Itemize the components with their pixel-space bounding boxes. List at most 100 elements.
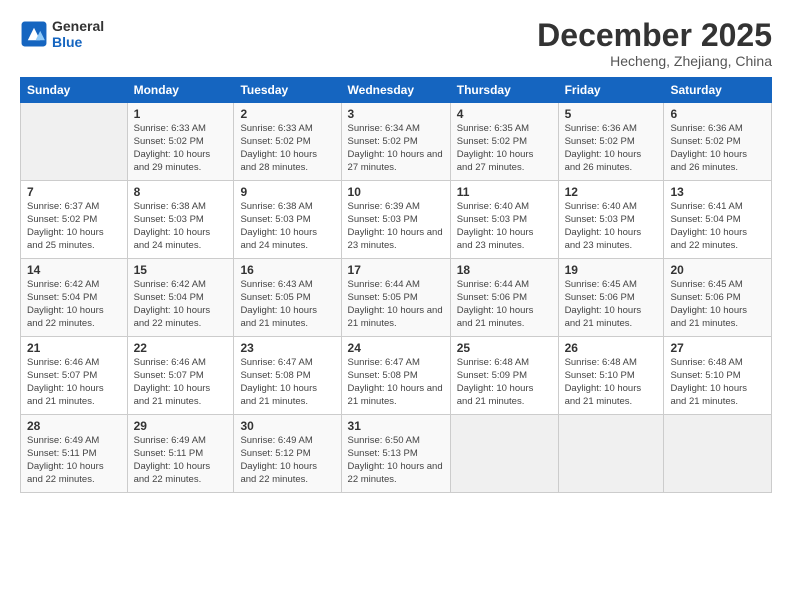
day-number: 10	[348, 185, 444, 199]
calendar-cell: 29 Sunrise: 6:49 AMSunset: 5:11 PMDayligh…	[127, 415, 234, 493]
day-info: Sunrise: 6:45 AMSunset: 5:06 PMDaylight:…	[565, 279, 658, 330]
calendar-cell: 20 Sunrise: 6:45 AMSunset: 5:06 PMDayligh…	[664, 259, 772, 337]
day-info: Sunrise: 6:48 AMSunset: 5:09 PMDaylight:…	[457, 357, 552, 408]
page-container: General Blue December 2025 Hecheng, Zhej…	[0, 0, 792, 503]
day-number: 25	[457, 341, 552, 355]
day-number: 3	[348, 107, 444, 121]
day-info: Sunrise: 6:42 AMSunset: 5:04 PMDaylight:…	[134, 279, 228, 330]
header-cell-friday: Friday	[558, 78, 664, 103]
calendar-cell: 12Sunrise: 6:40 AMSunset: 5:03 PMDayligh…	[558, 181, 664, 259]
header-cell-wednesday: Wednesday	[341, 78, 450, 103]
day-number: 22	[134, 341, 228, 355]
day-number: 16	[240, 263, 334, 277]
calendar-cell: 15Sunrise: 6:42 AMSunset: 5:04 PMDayligh…	[127, 259, 234, 337]
location-subtitle: Hecheng, Zhejiang, China	[537, 53, 772, 69]
calendar-cell: 11 Sunrise: 6:40 AMSunset: 5:03 PMDayligh…	[450, 181, 558, 259]
calendar-cell: 5 Sunrise: 6:36 AMSunset: 5:02 PMDaylight…	[558, 103, 664, 181]
day-info: Sunrise: 6:40 AMSunset: 5:03 PMDaylight:…	[457, 201, 552, 252]
calendar-cell: 30 Sunrise: 6:49 AMSunset: 5:12 PMDayligh…	[234, 415, 341, 493]
day-info: Sunrise: 6:45 AMSunset: 5:06 PMDaylight:…	[670, 279, 765, 330]
day-number: 9	[240, 185, 334, 199]
day-number: 17	[348, 263, 444, 277]
calendar-cell: 19 Sunrise: 6:45 AMSunset: 5:06 PMDayligh…	[558, 259, 664, 337]
header-cell-tuesday: Tuesday	[234, 78, 341, 103]
day-info: Sunrise: 6:37 AMSunset: 5:02 PMDaylight:…	[27, 201, 121, 252]
calendar-cell	[558, 415, 664, 493]
calendar-cell: 24 Sunrise: 6:47 AMSunset: 5:08 PMDayligh…	[341, 337, 450, 415]
calendar-cell: 27 Sunrise: 6:48 AMSunset: 5:10 PMDayligh…	[664, 337, 772, 415]
day-info: Sunrise: 6:36 AMSunset: 5:02 PMDaylight:…	[670, 123, 765, 174]
day-number: 7	[27, 185, 121, 199]
calendar-cell: 8Sunrise: 6:38 AMSunset: 5:03 PMDaylight…	[127, 181, 234, 259]
day-number: 27	[670, 341, 765, 355]
logo-text: General Blue	[52, 18, 104, 50]
day-info: Sunrise: 6:49 AMSunset: 5:12 PMDaylight:…	[240, 435, 334, 486]
day-info: Sunrise: 6:49 AMSunset: 5:11 PMDaylight:…	[134, 435, 228, 486]
calendar-cell: 9 Sunrise: 6:38 AMSunset: 5:03 PMDaylight…	[234, 181, 341, 259]
logo: General Blue	[20, 18, 104, 50]
calendar-cell: 14 Sunrise: 6:42 AMSunset: 5:04 PMDayligh…	[21, 259, 128, 337]
day-info: Sunrise: 6:49 AMSunset: 5:11 PMDaylight:…	[27, 435, 121, 486]
day-info: Sunrise: 6:42 AMSunset: 5:04 PMDaylight:…	[27, 279, 121, 330]
calendar-cell: 21 Sunrise: 6:46 AMSunset: 5:07 PMDayligh…	[21, 337, 128, 415]
day-number: 31	[348, 419, 444, 433]
day-number: 11	[457, 185, 552, 199]
day-info: Sunrise: 6:48 AMSunset: 5:10 PMDaylight:…	[670, 357, 765, 408]
day-info: Sunrise: 6:34 AMSunset: 5:02 PMDaylight:…	[348, 123, 444, 174]
title-block: December 2025 Hecheng, Zhejiang, China	[537, 18, 772, 69]
calendar-cell: 6Sunrise: 6:36 AMSunset: 5:02 PMDaylight…	[664, 103, 772, 181]
day-number: 30	[240, 419, 334, 433]
day-info: Sunrise: 6:36 AMSunset: 5:02 PMDaylight:…	[565, 123, 658, 174]
calendar-week-2: 7 Sunrise: 6:37 AMSunset: 5:02 PMDaylight…	[21, 181, 772, 259]
day-number: 28	[27, 419, 121, 433]
header-cell-sunday: Sunday	[21, 78, 128, 103]
calendar-cell: 18 Sunrise: 6:44 AMSunset: 5:06 PMDayligh…	[450, 259, 558, 337]
day-info: Sunrise: 6:46 AMSunset: 5:07 PMDaylight:…	[134, 357, 228, 408]
day-info: Sunrise: 6:40 AMSunset: 5:03 PMDaylight:…	[565, 201, 658, 252]
day-number: 18	[457, 263, 552, 277]
calendar-table: SundayMondayTuesdayWednesdayThursdayFrid…	[20, 77, 772, 493]
header-cell-saturday: Saturday	[664, 78, 772, 103]
calendar-cell: 23 Sunrise: 6:47 AMSunset: 5:08 PMDayligh…	[234, 337, 341, 415]
day-info: Sunrise: 6:38 AMSunset: 5:03 PMDaylight:…	[240, 201, 334, 252]
day-info: Sunrise: 6:44 AMSunset: 5:06 PMDaylight:…	[457, 279, 552, 330]
calendar-cell: 16Sunrise: 6:43 AMSunset: 5:05 PMDayligh…	[234, 259, 341, 337]
day-info: Sunrise: 6:39 AMSunset: 5:03 PMDaylight:…	[348, 201, 444, 252]
day-number: 8	[134, 185, 228, 199]
calendar-header-row: SundayMondayTuesdayWednesdayThursdayFrid…	[21, 78, 772, 103]
day-number: 14	[27, 263, 121, 277]
day-number: 29	[134, 419, 228, 433]
day-info: Sunrise: 6:46 AMSunset: 5:07 PMDaylight:…	[27, 357, 121, 408]
calendar-cell: 31 Sunrise: 6:50 AMSunset: 5:13 PMDayligh…	[341, 415, 450, 493]
calendar-cell: 3 Sunrise: 6:34 AMSunset: 5:02 PMDaylight…	[341, 103, 450, 181]
day-number: 2	[240, 107, 334, 121]
day-info: Sunrise: 6:33 AMSunset: 5:02 PMDaylight:…	[240, 123, 334, 174]
day-number: 20	[670, 263, 765, 277]
day-number: 26	[565, 341, 658, 355]
day-info: Sunrise: 6:33 AMSunset: 5:02 PMDaylight:…	[134, 123, 228, 174]
day-info: Sunrise: 6:47 AMSunset: 5:08 PMDaylight:…	[348, 357, 444, 408]
day-number: 21	[27, 341, 121, 355]
day-info: Sunrise: 6:47 AMSunset: 5:08 PMDaylight:…	[240, 357, 334, 408]
day-number: 24	[348, 341, 444, 355]
calendar-week-4: 21 Sunrise: 6:46 AMSunset: 5:07 PMDayligh…	[21, 337, 772, 415]
day-number: 23	[240, 341, 334, 355]
header-cell-monday: Monday	[127, 78, 234, 103]
day-number: 5	[565, 107, 658, 121]
calendar-cell: 4Sunrise: 6:35 AMSunset: 5:02 PMDaylight…	[450, 103, 558, 181]
calendar-cell	[21, 103, 128, 181]
month-title: December 2025	[537, 18, 772, 53]
day-number: 13	[670, 185, 765, 199]
day-number: 19	[565, 263, 658, 277]
calendar-week-1: 1Sunrise: 6:33 AMSunset: 5:02 PMDaylight…	[21, 103, 772, 181]
calendar-cell: 7 Sunrise: 6:37 AMSunset: 5:02 PMDaylight…	[21, 181, 128, 259]
calendar-week-3: 14 Sunrise: 6:42 AMSunset: 5:04 PMDayligh…	[21, 259, 772, 337]
calendar-cell: 26 Sunrise: 6:48 AMSunset: 5:10 PMDayligh…	[558, 337, 664, 415]
header: General Blue December 2025 Hecheng, Zhej…	[20, 18, 772, 69]
calendar-cell: 25 Sunrise: 6:48 AMSunset: 5:09 PMDayligh…	[450, 337, 558, 415]
day-info: Sunrise: 6:50 AMSunset: 5:13 PMDaylight:…	[348, 435, 444, 486]
calendar-cell: 13Sunrise: 6:41 AMSunset: 5:04 PMDayligh…	[664, 181, 772, 259]
day-info: Sunrise: 6:48 AMSunset: 5:10 PMDaylight:…	[565, 357, 658, 408]
calendar-cell: 10 Sunrise: 6:39 AMSunset: 5:03 PMDayligh…	[341, 181, 450, 259]
calendar-body: 1Sunrise: 6:33 AMSunset: 5:02 PMDaylight…	[21, 103, 772, 493]
